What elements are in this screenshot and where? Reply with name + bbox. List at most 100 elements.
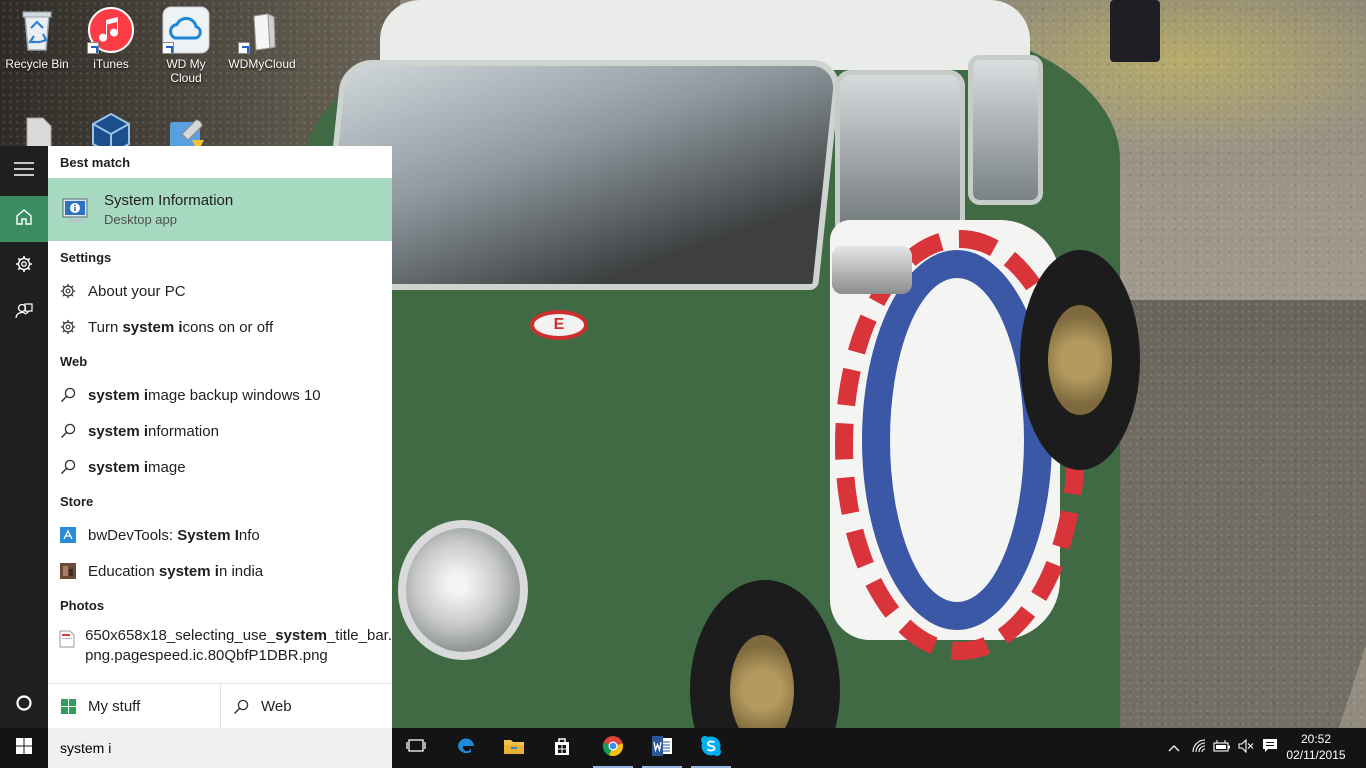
best-match-subtitle: Desktop app (104, 212, 177, 227)
home-icon (15, 208, 33, 231)
store-button[interactable] (542, 728, 582, 768)
word-icon (651, 735, 673, 761)
result-label: Turn system icons on or off (88, 318, 274, 336)
desktop-icon-label: WDMyCloud (228, 57, 296, 71)
web-result-system-information[interactable]: system information (48, 413, 392, 449)
battery-button[interactable] (1211, 728, 1233, 768)
best-match-title: System Information (104, 192, 234, 209)
wd-my-cloud-icon (162, 6, 210, 54)
desktop-icon-wd-my-cloud[interactable]: WD My Cloud (149, 0, 223, 85)
web-result-system-image[interactable]: system image (48, 449, 392, 485)
search-icon (221, 699, 261, 715)
photo-result[interactable]: 650x658x18_selecting_use_system_title_ba… (48, 626, 392, 666)
best-match-header: Best match (60, 155, 131, 170)
edge-button[interactable] (446, 728, 486, 768)
desktop-icon-wdmycloud[interactable]: WDMyCloud (225, 0, 299, 71)
desktop-icon-label: iTunes (93, 57, 129, 71)
chrome-icon (602, 735, 624, 762)
word-button[interactable] (642, 728, 682, 768)
desktop-icon-label: Recycle Bin (5, 57, 69, 71)
settings-result-about-pc[interactable]: About your PC (48, 273, 392, 309)
settings-header: Settings (60, 250, 112, 265)
photos-header: Photos (60, 598, 105, 613)
taskbar-clock[interactable]: 20:52 02/11/2015 (1284, 731, 1348, 763)
cortana-button[interactable] (0, 682, 48, 728)
show-hidden-icons-chevron-icon (1168, 739, 1180, 757)
wd-drive-icon (238, 6, 286, 54)
store-result-education[interactable]: Education system in india (48, 553, 392, 589)
home-button[interactable] (0, 196, 48, 242)
start-rail (0, 146, 48, 728)
recycle-bin-icon (13, 6, 61, 54)
file-explorer-icon (503, 737, 525, 760)
volume-button[interactable] (1235, 728, 1257, 768)
store-app-icon (48, 527, 88, 543)
search-icon (48, 423, 88, 439)
start-button[interactable] (0, 728, 48, 768)
web-header: Web (60, 354, 88, 369)
scope-web-label: Web (261, 698, 292, 715)
result-label: system information (88, 422, 219, 440)
task-view-button[interactable] (396, 728, 436, 768)
wifi-icon (1191, 738, 1207, 758)
feedback-button[interactable] (0, 290, 48, 336)
search-results-panel: Best match System Information Desktop ap… (48, 146, 392, 729)
result-label: system image backup windows 10 (88, 386, 321, 404)
search-scopes: My stuff Web (48, 683, 392, 729)
search-icon (48, 387, 88, 403)
best-match-result[interactable]: System Information Desktop app (48, 178, 392, 241)
skype-icon (700, 735, 722, 762)
settings-result-system-icons[interactable]: Turn system icons on or off (48, 309, 392, 345)
itunes-icon (87, 6, 135, 54)
result-label: bwDevTools: System Info (88, 526, 260, 544)
shortcut-arrow-icon (87, 42, 99, 54)
scope-my-stuff-label: My stuff (88, 698, 141, 715)
skype-button[interactable] (691, 728, 731, 768)
file-explorer-button[interactable] (494, 728, 534, 768)
wallpaper-headlamp (398, 520, 528, 660)
store-result-bwdevtools[interactable]: bwDevTools: System Info (48, 517, 392, 553)
desktop-icon-label: WD My Cloud (166, 57, 206, 85)
battery-icon (1213, 739, 1231, 757)
result-label: system image (88, 458, 186, 476)
result-label: About your PC (88, 282, 186, 300)
volume-muted-icon (1238, 738, 1254, 758)
result-label: Education system in india (88, 562, 264, 580)
gear-icon (15, 255, 33, 278)
system-information-icon (48, 195, 104, 225)
windows-logo-icon (16, 737, 32, 759)
windows-logo-icon (48, 699, 88, 714)
gear-icon (48, 319, 88, 335)
store-icon (552, 736, 572, 761)
task-view-icon (405, 738, 427, 759)
feedback-icon (15, 302, 33, 325)
wallpaper-person (1110, 0, 1160, 62)
chrome-button[interactable] (593, 728, 633, 768)
network-button[interactable] (1188, 728, 1210, 768)
scope-my-stuff-button[interactable]: My stuff (48, 684, 220, 729)
edge-icon (455, 735, 477, 762)
desktop-icon-itunes[interactable]: iTunes (74, 0, 148, 71)
cortana-circle-icon (15, 694, 33, 717)
desktop-icon-recycle-bin[interactable]: Recycle Bin (0, 0, 74, 71)
clock-time: 20:52 (1300, 732, 1332, 746)
show-hidden-icons-button[interactable] (1164, 728, 1184, 768)
shortcut-arrow-icon (162, 42, 174, 54)
settings-button[interactable] (0, 243, 48, 289)
shortcut-arrow-icon (238, 42, 250, 54)
web-result-image-backup[interactable]: system image backup windows 10 (48, 377, 392, 413)
gear-icon (48, 283, 88, 299)
wallpaper-badge: E (530, 310, 588, 340)
store-header: Store (60, 494, 94, 509)
hamburger-menu-icon (14, 161, 34, 181)
clock-date: 02/11/2015 (1286, 748, 1346, 762)
action-center-icon (1262, 738, 1278, 759)
photo-result-label: 650x658x18_selecting_use_system_title_ba… (85, 627, 392, 664)
taskbar: 20:52 02/11/2015 (0, 728, 1366, 768)
photo-file-icon (48, 626, 85, 648)
scope-web-button[interactable]: Web (220, 684, 392, 729)
taskbar-search-input[interactable] (48, 728, 392, 768)
hamburger-menu-button[interactable] (0, 148, 48, 194)
store-thumbnail-icon (48, 563, 88, 579)
action-center-button[interactable] (1259, 728, 1281, 768)
